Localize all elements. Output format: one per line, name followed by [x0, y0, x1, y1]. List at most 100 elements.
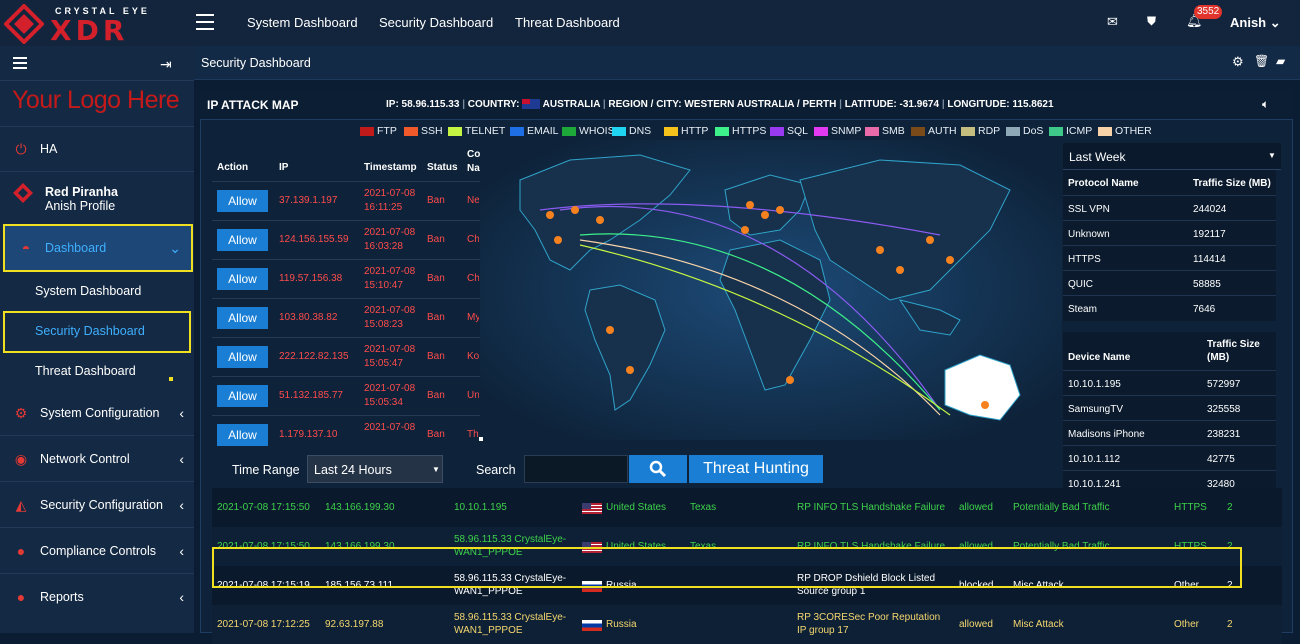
sidebar-subitem-system-dashboard[interactable]: System Dashboard — [35, 284, 141, 298]
legend-item-rdp[interactable]: RDP — [961, 125, 1000, 137]
legend-item-ssh[interactable]: SSH — [404, 125, 443, 137]
allow-button[interactable]: Allow — [217, 268, 268, 290]
event-cell-src: 92.63.197.88 — [325, 619, 384, 630]
range-select[interactable]: Last Week ▼ — [1063, 143, 1281, 170]
sidebar-item-ha[interactable]: ⏻ HA — [0, 127, 194, 171]
event-cell-dst: 58.96.115.33 CrystalEye-WAN1_PPPOE — [454, 534, 567, 558]
search-input[interactable] — [524, 455, 628, 483]
sidebar-item-label: Compliance Controls — [40, 544, 157, 558]
event-cell-action: allowed — [959, 502, 993, 513]
menu-toggle-icon[interactable] — [13, 57, 27, 69]
legend-label: DNS — [629, 125, 652, 137]
legend-item-http[interactable]: HTTP — [664, 125, 708, 137]
allow-button[interactable]: Allow — [217, 307, 268, 329]
mail-icon[interactable]: ✉ — [1107, 14, 1118, 30]
sidebar-item-compliance-controls[interactable]: ● Compliance Controls ‹ — [0, 529, 194, 573]
search-label: Search — [476, 463, 516, 477]
legend-label: OTHER — [1115, 125, 1152, 137]
event-cell-country: Russia — [606, 580, 637, 591]
legend-item-other[interactable]: OTHER — [1098, 125, 1152, 137]
topnav-security-dashboard[interactable]: Security Dashboard — [379, 15, 493, 30]
sidebar-item-system-configuration[interactable]: ⚙ System Configuration ‹ — [0, 391, 194, 435]
legend-item-whois[interactable]: WHOIS — [562, 125, 615, 137]
brand-subtitle: XDR — [50, 14, 129, 47]
legend-swatch — [664, 126, 678, 136]
event-cell-src: 185.156.73.111 — [325, 580, 394, 591]
chevron-left-icon: ‹ — [179, 589, 184, 605]
allow-button[interactable]: Allow — [217, 229, 268, 251]
event-row[interactable]: 2021-07-08 17:15:50 143.166.199.30 58.96.1… — [212, 527, 1282, 566]
event-cell-country: United States — [606, 502, 667, 513]
shield-icon[interactable]: ⛊ — [1147, 14, 1156, 29]
legend-item-sql[interactable]: SQL — [770, 125, 808, 137]
legend-item-smb[interactable]: SMB — [865, 125, 905, 137]
event-row[interactable]: 2021-07-08 17:12:25 92.63.197.88 58.96.115… — [212, 605, 1282, 644]
event-cell-ts: 2021-07-08 17:12:25 — [217, 619, 310, 630]
chevron-down-icon: ⌄ — [169, 239, 181, 256]
legend-item-telnet[interactable]: TELNET — [448, 125, 505, 137]
event-cell-src: 143.166.199.30 — [325, 502, 395, 513]
search-button[interactable] — [629, 455, 687, 483]
legend-item-dns[interactable]: DNS — [612, 125, 651, 137]
book-icon[interactable]: ▰ — [1276, 54, 1285, 68]
topnav-threat-dashboard[interactable]: Threat Dashboard — [515, 15, 620, 30]
event-cell-proto: Other — [1174, 580, 1200, 591]
sidebar-item-reports[interactable]: ● Reports ‹ — [0, 575, 194, 619]
attack-cell-co: Ch — [467, 234, 479, 245]
sidebar-subitem-security-dashboard[interactable]: Security Dashboard — [3, 311, 191, 353]
attack-row: Allow 119.57.156.38 2021-07-08 15:10:47 Ban C… — [212, 259, 480, 298]
time-range-select[interactable]: Last 24 Hours ▼ — [307, 455, 443, 483]
resize-handle[interactable] — [479, 437, 483, 441]
legend-item-auth[interactable]: AUTH — [911, 125, 957, 137]
user-menu[interactable]: Anish ⌄ — [1230, 15, 1281, 31]
sidebar-item-network-control[interactable]: ◉ Network Control ‹ — [0, 437, 194, 481]
event-cell-action: allowed — [959, 541, 993, 552]
sidebar-item-dashboard[interactable]: ◓ Dashboard ⌄ — [3, 224, 193, 272]
attack-cell-status: Ban — [427, 273, 445, 284]
event-cell-ts: 2021-07-08 17:15:19 — [217, 580, 310, 591]
row-name: SSL VPN — [1068, 204, 1110, 215]
time-range-value: Last 24 Hours — [314, 463, 392, 477]
attack-cell-status: Ban — [427, 390, 445, 401]
profile-sub: Anish Profile — [45, 199, 116, 213]
threat-hunting-button[interactable]: Threat Hunting — [689, 455, 823, 483]
legend-item-icmp[interactable]: ICMP — [1049, 125, 1092, 137]
profile-logo-icon — [12, 182, 34, 204]
allow-button[interactable]: Allow — [217, 346, 268, 368]
legend-label: ICMP — [1066, 125, 1093, 137]
reports-icon: ● — [16, 589, 26, 605]
legend-item-ftp[interactable]: FTP — [360, 125, 397, 137]
allow-button[interactable]: Allow — [217, 190, 268, 212]
event-row[interactable]: 2021-07-08 17:15:19 185.156.73.111 58.96.1… — [212, 566, 1282, 605]
row-name: 10.10.1.195 — [1068, 379, 1121, 390]
shield-icon: ◭ — [15, 496, 27, 513]
attack-row: Allow 124.156.155.59 2021-07-08 16:03:28 Ban… — [212, 220, 480, 259]
legend-item-https[interactable]: HTTPS — [715, 125, 766, 137]
sidebar-subitem-threat-dashboard[interactable]: Threat Dashboard — [35, 364, 136, 378]
brand-logo-icon — [4, 4, 44, 44]
logo-area: CRYSTAL EYE XDR — [0, 0, 194, 47]
traffic-size: 192117 — [1193, 229, 1226, 240]
hamburger-icon[interactable] — [196, 14, 214, 30]
event-row[interactable]: 2021-07-08 17:15:50 143.166.199.30 10.10.1… — [212, 488, 1282, 527]
region-info: REGION / CITY: WESTERN AUSTRALIA / PERTH — [608, 99, 837, 110]
allow-button[interactable]: Allow — [217, 424, 268, 446]
legend-item-email[interactable]: EMAIL — [510, 125, 559, 137]
event-cell-sev: 2 — [1227, 541, 1233, 552]
legend-swatch — [911, 126, 925, 136]
sidebar-item-security-configuration[interactable]: ◭ Security Configuration ‹ — [0, 483, 194, 527]
legend-item-dos[interactable]: DoS — [1006, 125, 1043, 137]
sound-icon[interactable]: 🔈︎ — [1262, 97, 1269, 112]
russia-flag-icon — [582, 620, 602, 631]
topnav-system-dashboard[interactable]: System Dashboard — [247, 15, 358, 30]
attack-cell-ip: 119.57.156.38 — [279, 273, 343, 284]
legend-item-snmp[interactable]: SNMP — [814, 125, 861, 137]
trash-icon[interactable]: 🗑︎ — [1254, 54, 1269, 68]
settings-icon[interactable]: ⚙ — [1232, 54, 1244, 70]
attack-cell-ip: 222.122.82.135 — [279, 351, 349, 362]
row-name: Unknown — [1068, 229, 1110, 240]
allow-button[interactable]: Allow — [217, 385, 268, 407]
device-table: Device Name Traffic Size (MB) 10.10.1.19… — [1063, 332, 1276, 492]
logout-icon[interactable]: ⇥ — [160, 56, 172, 73]
legend-label: SSH — [421, 125, 443, 137]
